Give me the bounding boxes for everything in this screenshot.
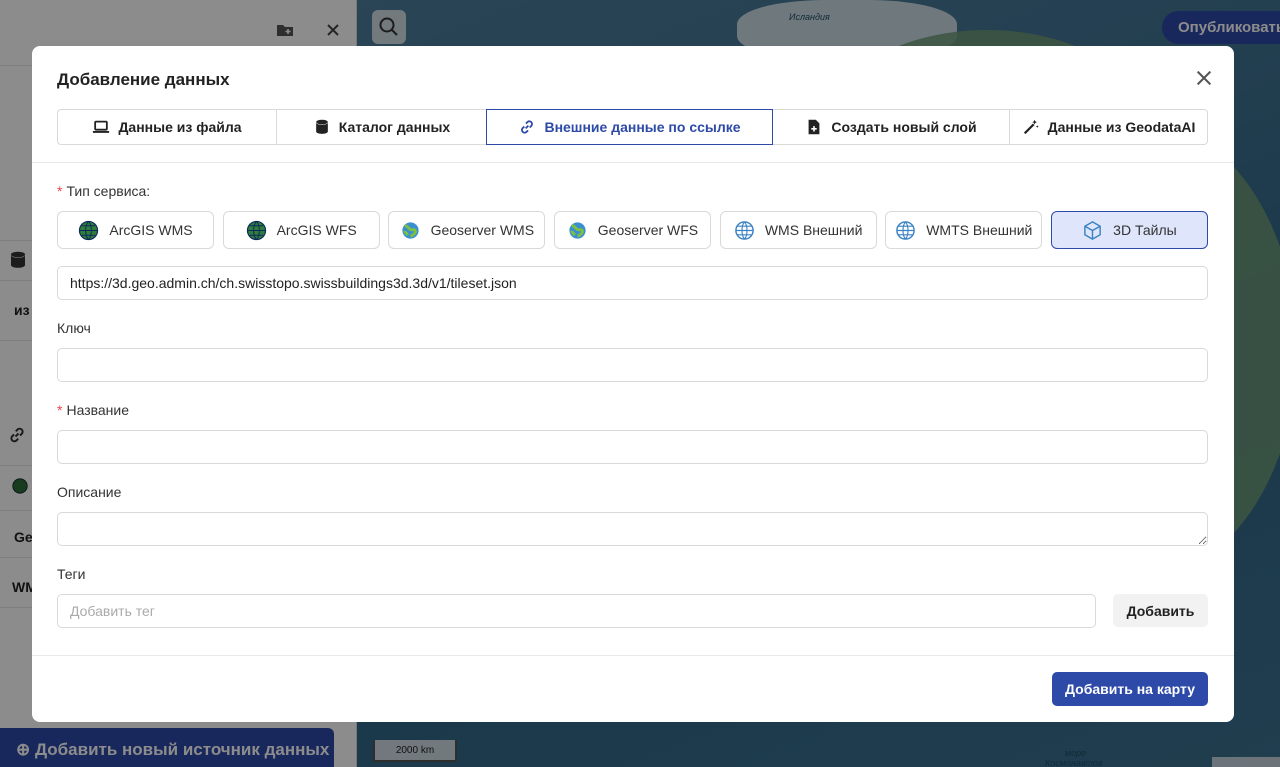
laptop-icon: [93, 120, 110, 133]
magic-wand-icon: [1023, 119, 1039, 135]
arcgis-globe-icon: [79, 220, 99, 240]
tab-file-data[interactable]: Данные из файла: [57, 109, 277, 145]
description-textarea[interactable]: [57, 512, 1208, 546]
geoserver-icon: [401, 221, 419, 239]
tab-external-link[interactable]: Внешние данные по ссылке: [486, 109, 773, 145]
tab-create-layer[interactable]: Создать новый слой: [772, 109, 1010, 145]
service-wmts-external[interactable]: WMTS Внешний: [885, 211, 1043, 249]
tab-geodata-ai[interactable]: Данные из GeodataAI: [1009, 109, 1208, 145]
service-geoserver-wms[interactable]: Geoserver WMS: [388, 211, 546, 249]
modal-close-icon[interactable]: [1192, 66, 1216, 90]
add-to-map-button[interactable]: Добавить на карту: [1052, 672, 1208, 706]
globe-icon: [735, 220, 754, 240]
globe-icon: [896, 220, 916, 240]
modal-title: Добавление данных: [57, 70, 230, 89]
service-arcgis-wms[interactable]: ArcGIS WMS: [57, 211, 214, 249]
link-icon: [521, 120, 534, 134]
geoserver-icon: [569, 221, 586, 239]
service-geoserver-wfs[interactable]: Geoserver WFS: [553, 211, 711, 249]
name-label: * Название: [57, 402, 130, 418]
add-tag-button[interactable]: Добавить: [1113, 594, 1208, 627]
cube-icon: [1084, 220, 1102, 240]
key-input[interactable]: [57, 348, 1208, 382]
tags-label: Теги: [57, 566, 86, 582]
database-icon: [315, 119, 328, 134]
name-input[interactable]: [57, 430, 1208, 464]
tab-data-catalog[interactable]: Каталог данных: [276, 109, 487, 145]
service-3d-tiles[interactable]: 3D Тайлы: [1050, 211, 1208, 249]
data-source-tabs: Данные из файла Каталог данных Внешние д…: [57, 109, 1208, 146]
service-type-selector: ArcGIS WMS ArcGIS WFS Geoserver WMS Geos…: [57, 211, 1208, 249]
add-data-modal: Добавление данных Данные из файла Катало…: [32, 46, 1234, 722]
arcgis-globe-icon: [246, 220, 266, 240]
service-wms-external[interactable]: WMS Внешний: [719, 211, 877, 249]
url-input[interactable]: [57, 266, 1208, 300]
tabs-divider: [32, 162, 1234, 163]
service-arcgis-wfs[interactable]: ArcGIS WFS: [222, 211, 380, 249]
file-plus-icon: [809, 119, 820, 135]
description-label: Описание: [57, 484, 122, 500]
tag-input[interactable]: [57, 594, 1096, 628]
service-type-label: * Тип сервиса:: [57, 183, 151, 199]
key-label: Ключ: [57, 320, 91, 336]
footer-divider: [32, 655, 1234, 656]
